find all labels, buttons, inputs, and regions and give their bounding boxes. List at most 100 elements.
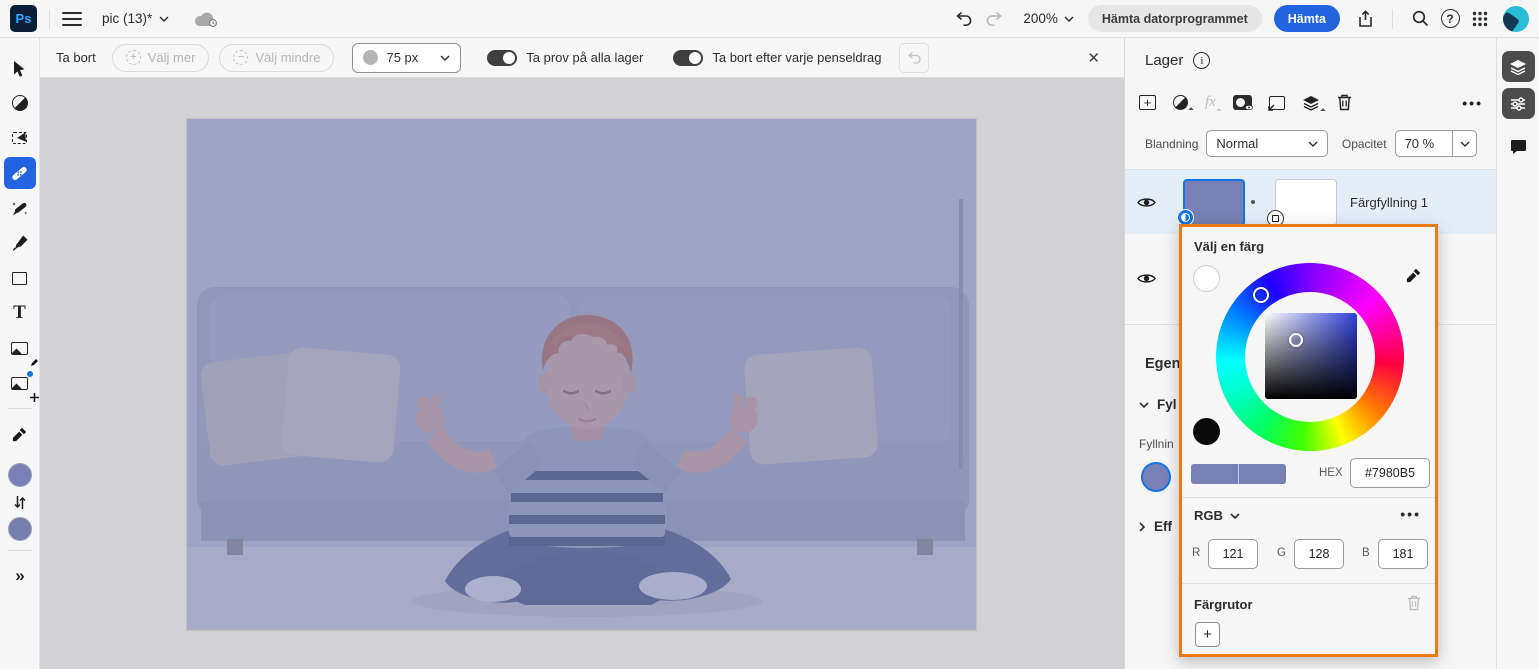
zoom-level-dropdown[interactable]: 200%: [1023, 11, 1074, 26]
share-icon[interactable]: [1350, 4, 1380, 34]
color-cursor[interactable]: [1289, 333, 1303, 347]
layer-visibility-eye-icon[interactable]: [1125, 272, 1167, 285]
close-options-button[interactable]: ✕: [1079, 45, 1108, 71]
layers-panel-title: Lager: [1145, 52, 1184, 69]
swap-colors-button[interactable]: [4, 490, 36, 514]
pencil-icon: [29, 358, 39, 367]
r-input[interactable]: [1208, 539, 1258, 569]
arrange-layers-button[interactable]: [1302, 95, 1326, 114]
fill-layer-thumbnail[interactable]: [1177, 178, 1245, 226]
white-swatch[interactable]: [1193, 265, 1220, 292]
info-icon[interactable]: i: [1193, 52, 1211, 69]
object-selection-tool[interactable]: [4, 122, 36, 154]
shape-tool[interactable]: [4, 262, 36, 294]
chevron-down-icon: [1064, 16, 1074, 22]
sample-all-layers-label: Ta prov på alla lager: [526, 50, 644, 65]
remove-after-stroke-toggle[interactable]: [673, 49, 704, 66]
properties-panel-title: Egens: [1145, 356, 1179, 372]
sample-all-layers-toggle[interactable]: [487, 49, 518, 66]
document-title-dropdown[interactable]: pic (13)*: [102, 11, 169, 26]
background-color-swatch[interactable]: [7, 517, 32, 541]
select-more-label: Välj mer: [147, 50, 196, 65]
add-layer-button[interactable]: +: [1139, 95, 1156, 110]
brush-tool[interactable]: [4, 227, 36, 259]
eyedropper-icon[interactable]: [1405, 267, 1422, 287]
b-input[interactable]: [1378, 539, 1428, 569]
mask-button[interactable]: [1232, 95, 1253, 110]
spot-healing-tool[interactable]: [3, 157, 36, 189]
delete-swatch-button[interactable]: [1407, 595, 1421, 614]
place-embedded-button[interactable]: [1268, 95, 1285, 111]
layer-visibility-eye-icon[interactable]: [1125, 196, 1167, 209]
black-swatch[interactable]: [1193, 418, 1220, 445]
remove-tool[interactable]: [4, 192, 36, 224]
opacity-dropdown[interactable]: 70 %: [1394, 130, 1477, 157]
canvas-workspace: [40, 78, 1124, 669]
saturation-brightness-square[interactable]: [1265, 313, 1357, 399]
color-mode-dropdown[interactable]: RGB: [1194, 508, 1240, 523]
move-tool[interactable]: [4, 52, 36, 84]
brush-preview-icon: [363, 50, 379, 65]
tool-options-bar: Ta bort + Välj mer − Välj mindre 75 px T…: [40, 38, 1124, 78]
add-swatch-button[interactable]: +: [1195, 622, 1220, 647]
apps-grid-icon[interactable]: [1465, 4, 1495, 34]
chevron-right-icon: [1139, 521, 1145, 532]
selection-tool[interactable]: [4, 87, 36, 119]
cloud-sync-icon[interactable]: [193, 11, 219, 27]
main-menu-button[interactable]: [62, 11, 82, 26]
fill-color-swatch[interactable]: [1141, 462, 1171, 492]
revert-stroke-button[interactable]: [899, 42, 930, 73]
color-options-button[interactable]: •••: [1400, 506, 1421, 522]
divider: [7, 550, 32, 551]
effects-button[interactable]: fx: [1205, 94, 1222, 114]
color-preview-swatch: [1191, 464, 1286, 484]
remove-after-stroke-label: Ta bort efter varje penseldrag: [712, 50, 882, 65]
eyedropper-tool[interactable]: [4, 418, 36, 450]
canvas-image[interactable]: [187, 119, 976, 630]
get-desktop-app-button[interactable]: Hämta datorprogrammet: [1087, 5, 1262, 32]
foreground-color-swatch[interactable]: [7, 463, 32, 487]
brush-size-dropdown[interactable]: 75 px: [352, 42, 462, 73]
panel-rail: [1496, 38, 1539, 669]
hex-input[interactable]: [1350, 458, 1430, 488]
plus-circle-icon: +: [125, 50, 141, 65]
arrow-down-left-icon: [1268, 103, 1275, 111]
effects-section-header[interactable]: Eff: [1139, 519, 1179, 534]
plus-icon: [29, 393, 39, 402]
fill-section-header[interactable]: Fyl: [1139, 397, 1179, 412]
hue-cursor[interactable]: [1253, 287, 1269, 303]
type-tool[interactable]: T: [4, 297, 36, 329]
help-icon[interactable]: ?: [1435, 4, 1465, 34]
more-tools-button[interactable]: »: [4, 560, 36, 592]
user-avatar[interactable]: [1503, 5, 1529, 32]
document-title: pic (13)*: [102, 11, 153, 26]
link-icon: [1251, 200, 1255, 204]
properties-panel-button[interactable]: [1501, 88, 1535, 119]
chevron-down-icon: [1139, 401, 1149, 408]
chevron-down-icon: [1308, 141, 1318, 147]
layer-mask-thumbnail[interactable]: [1267, 178, 1337, 227]
search-icon[interactable]: [1405, 4, 1435, 34]
redo-button[interactable]: [979, 4, 1009, 34]
get-button[interactable]: Hämta: [1273, 5, 1340, 32]
add-image-tool[interactable]: [4, 367, 39, 402]
select-less-button[interactable]: − Välj mindre: [219, 43, 335, 72]
more-options-button[interactable]: •••: [1462, 95, 1483, 111]
g-input[interactable]: [1294, 539, 1344, 569]
chevron-down-icon: [1460, 141, 1469, 147]
delete-layer-button[interactable]: [1337, 94, 1352, 111]
select-more-button[interactable]: + Välj mer: [111, 43, 210, 72]
layers-panel-button[interactable]: [1501, 51, 1535, 82]
chevron-down-icon: [1230, 512, 1240, 519]
tool-bar: T »: [0, 38, 40, 669]
divider: [7, 408, 32, 409]
comments-button[interactable]: [1502, 131, 1535, 162]
adjust-image-tool[interactable]: [4, 332, 39, 367]
undo-button[interactable]: [949, 4, 979, 34]
layer-name: Färgfyllning 1: [1350, 194, 1429, 210]
hex-label: HEX: [1319, 467, 1343, 479]
eye-icon: [1244, 105, 1253, 110]
blend-mode-dropdown[interactable]: Normal: [1206, 130, 1328, 157]
opacity-value: 70 %: [1404, 136, 1435, 151]
adjustments-button[interactable]: [1173, 95, 1194, 113]
